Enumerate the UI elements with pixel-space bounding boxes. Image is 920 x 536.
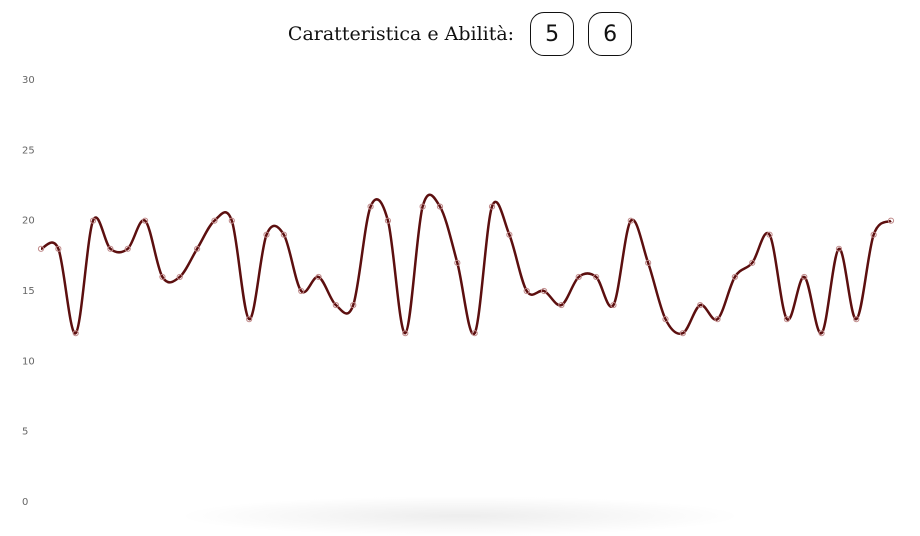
series-line	[40, 193, 892, 336]
y-tick-label: 20	[22, 216, 35, 227]
y-tick-label: 25	[22, 145, 35, 156]
y-tick-label: 10	[22, 356, 35, 367]
y-tick-label: 5	[22, 427, 28, 438]
line-chart: 0 5 10 15 20 25 30	[22, 75, 895, 508]
y-tick-label: 15	[22, 286, 35, 297]
y-tick-label: 30	[22, 75, 35, 86]
y-tick-label: 0	[22, 497, 28, 508]
bottom-shadow	[175, 496, 745, 536]
